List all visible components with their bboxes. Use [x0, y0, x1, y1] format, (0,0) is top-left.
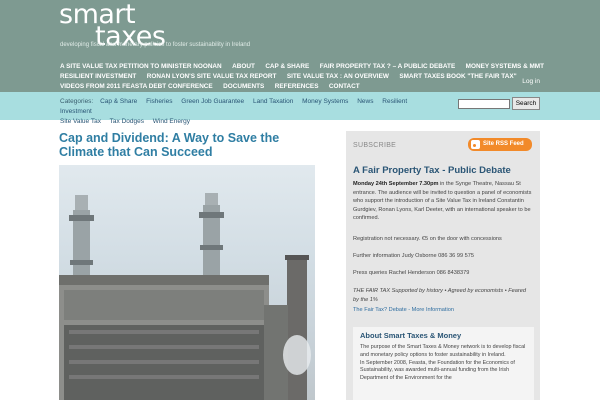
nav-item-documents[interactable]: Documents — [223, 83, 264, 90]
event-description: in the Synge Theatre, Nassau St entrance… — [353, 181, 532, 222]
category-green-job-guarantee[interactable]: Green Job Guarantee — [181, 98, 244, 105]
categories-label: Categories: — [60, 98, 94, 105]
post-title[interactable]: Cap and Dividend: A Way to Save the Clim… — [59, 131, 319, 159]
power-station-illustration — [59, 193, 311, 400]
about-paragraph-1: The purpose of the Smart Taxes & Money n… — [360, 344, 526, 358]
nav-item-videos[interactable]: Videos from 2011 Feasta Debt Conference — [60, 83, 213, 90]
rss-label: Site RSS Feed — [483, 141, 524, 147]
category-fisheries[interactable]: Fisheries — [146, 98, 172, 105]
search-input[interactable] — [458, 99, 510, 109]
sidebar-registration: Registration not necessary. €5 on the do… — [353, 236, 502, 242]
nav-row-2: Resilient Investment Ronan Lyon's Site V… — [60, 69, 520, 80]
category-wind-energy[interactable]: Wind Energy — [153, 118, 190, 125]
subscribe-label: SUBSCRIBE — [353, 142, 397, 149]
nav-row-3: Videos from 2011 Feasta Debt Conference … — [60, 79, 520, 90]
search-button[interactable]: Search — [512, 97, 540, 110]
sidebar-heading[interactable]: A Fair Property Tax - Public Debate — [353, 165, 511, 176]
event-date: Monday 24th September 7.30pm — [353, 181, 439, 187]
category-news[interactable]: News — [357, 98, 373, 105]
rss-icon — [471, 140, 480, 149]
sidebar-event-details: Monday 24th September 7.30pm in the Syng… — [353, 180, 533, 223]
nav-row-1: A Site Value Tax Petition to Minister No… — [60, 59, 544, 70]
sidebar-press-queries: Press queries Rachel Henderson 086 84383… — [353, 270, 470, 276]
nav-item-references[interactable]: References — [275, 83, 319, 90]
login-link[interactable]: Log in — [522, 78, 540, 85]
rss-feed-button[interactable]: Site RSS Feed — [468, 138, 532, 151]
category-list: Categories: Cap & Share Fisheries Green … — [60, 97, 420, 127]
category-site-value-tax[interactable]: Site Value Tax — [60, 118, 101, 125]
main-nav: A Site Value Tax Petition to Minister No… — [60, 59, 544, 90]
debate-more-info-link[interactable]: The Fair Tax? Debate - More Information — [353, 307, 454, 313]
sidebar-debate-link-wrap: The Fair Tax? Debate - More Information — [353, 306, 533, 315]
nav-item-contact[interactable]: Contact — [329, 83, 360, 90]
about-paragraph-2: In September 2008, Feasta, the Foundatio… — [360, 359, 515, 382]
post-image-power-station — [59, 165, 315, 400]
site-tagline: developing fiscal and monetary policies … — [60, 42, 251, 48]
about-text: The purpose of the Smart Taxes & Money n… — [360, 344, 528, 383]
about-title: About Smart Taxes & Money — [360, 331, 462, 340]
category-cap-share[interactable]: Cap & Share — [100, 98, 137, 105]
category-tax-dodges[interactable]: Tax Dodges — [110, 118, 144, 125]
sidebar-fair-tax-slogan: THE FAIR TAX Supported by history • Agre… — [353, 288, 526, 303]
nav-item-fair-tax-book[interactable]: Smart Taxes Book "The Fair Tax" — [399, 73, 516, 80]
category-money-systems[interactable]: Money Systems — [302, 98, 348, 105]
sidebar-further-info: Further information Judy Osborne 086 36 … — [353, 253, 474, 259]
category-land-taxation[interactable]: Land Taxation — [253, 98, 293, 105]
